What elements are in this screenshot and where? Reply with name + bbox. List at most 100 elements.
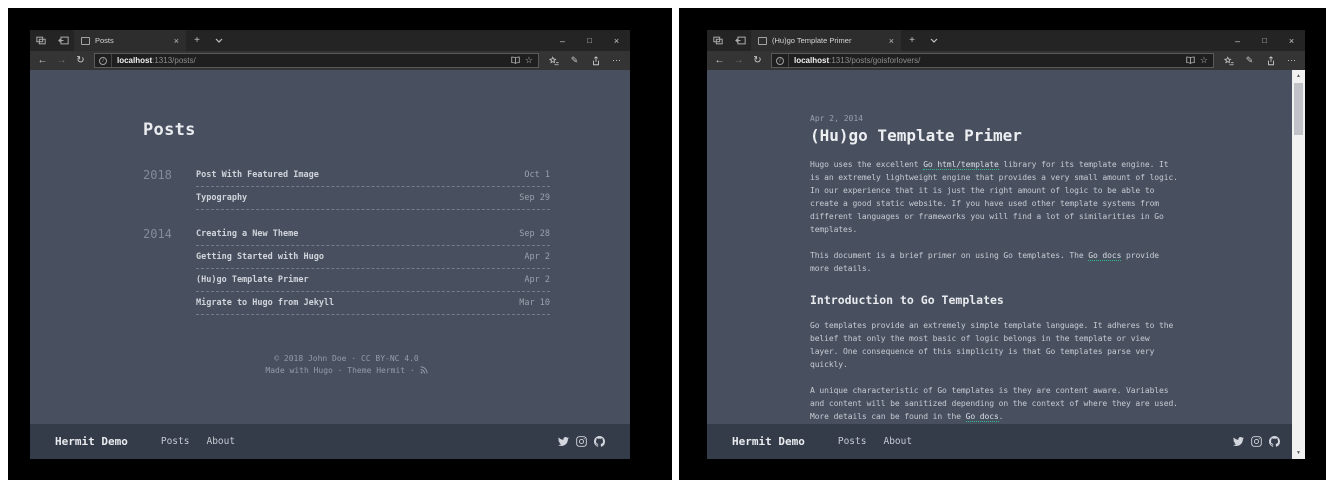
nav-links: Posts About xyxy=(838,436,912,447)
post-items: Creating a New ThemeSep 28Getting Starte… xyxy=(196,223,550,315)
scrollbar[interactable]: ▲ ▼ xyxy=(1292,70,1305,459)
post-title-link[interactable]: Migrate to Hugo from Jekyll xyxy=(196,298,334,308)
rss-icon[interactable] xyxy=(420,366,428,375)
site-brand-link[interactable]: Hermit Demo xyxy=(732,435,805,448)
address-bar-actions: ☆ xyxy=(1186,55,1213,66)
web-note-pen-icon[interactable]: ✎ xyxy=(564,55,585,66)
favorites-hub-icon[interactable] xyxy=(543,56,564,66)
post-items: Post With Featured ImageOct 1TypographyS… xyxy=(196,164,550,210)
favorites-hub-icon[interactable] xyxy=(1218,56,1239,66)
refresh-button[interactable]: ↻ xyxy=(71,55,90,66)
inline-link[interactable]: Go docs xyxy=(966,412,999,422)
post-title-link[interactable]: Typography xyxy=(196,193,247,203)
address-bar-actions: ☆ xyxy=(511,55,538,66)
browser-toolbar: ← → ↻ i localhost :1313/posts/goisforlov… xyxy=(707,51,1305,70)
article-container: Apr 2, 2014 (Hu)go Template Primer Hugo … xyxy=(707,70,1305,424)
more-menu-icon[interactable]: ⋯ xyxy=(1281,55,1302,66)
posts-page: Posts 2018Post With Featured ImageOct 1T… xyxy=(30,70,630,424)
favorite-star-icon[interactable]: ☆ xyxy=(525,55,533,66)
site-info-icon[interactable]: i xyxy=(772,54,789,67)
post-row[interactable]: (Hu)go Template PrimerApr 2 xyxy=(196,269,550,292)
more-menu-icon[interactable]: ⋯ xyxy=(606,55,627,66)
site-brand-link[interactable]: Hermit Demo xyxy=(55,435,128,448)
browser-tab[interactable]: (Hu)go Template Primer × xyxy=(751,30,901,51)
tab-close-icon[interactable]: × xyxy=(887,36,894,46)
refresh-button[interactable]: ↻ xyxy=(748,55,767,66)
web-note-pen-icon[interactable]: ✎ xyxy=(1239,55,1260,66)
new-tab-button[interactable]: + xyxy=(901,30,923,51)
site-navbar: Hermit Demo Posts About xyxy=(30,424,630,459)
share-icon[interactable] xyxy=(585,56,606,66)
post-row[interactable]: Creating a New ThemeSep 28 xyxy=(196,223,550,246)
site-navbar: Hermit Demo Posts About xyxy=(707,424,1305,459)
scroll-up-icon[interactable]: ▲ xyxy=(1292,70,1305,82)
post-row[interactable]: Post With Featured ImageOct 1 xyxy=(196,164,550,187)
inline-link[interactable]: Go html/template xyxy=(923,160,998,170)
forward-button[interactable]: → xyxy=(729,55,748,66)
url-path: :1313/posts/ xyxy=(152,56,196,65)
instagram-icon[interactable] xyxy=(576,436,587,447)
address-bar[interactable]: i localhost :1313/posts/goisforlovers/ ☆ xyxy=(771,53,1214,68)
paragraph: This document is a brief primer on using… xyxy=(810,249,1180,275)
reading-view-icon[interactable] xyxy=(1186,56,1195,66)
post-year: 2018 xyxy=(143,164,196,210)
nav-link-about[interactable]: About xyxy=(883,436,912,447)
inline-link[interactable]: Go docs xyxy=(1088,251,1121,261)
nav-link-about[interactable]: About xyxy=(206,436,235,447)
new-tab-button[interactable]: + xyxy=(186,30,208,51)
tab-bar: (Hu)go Template Primer × + – □ × xyxy=(707,30,1305,51)
scroll-down-icon[interactable]: ▼ xyxy=(1292,447,1305,459)
post-title-link[interactable]: Creating a New Theme xyxy=(196,229,298,239)
github-icon[interactable] xyxy=(1269,436,1280,447)
browser-tab[interactable]: Posts × xyxy=(74,30,186,51)
paragraph: A unique characteristic of Go templates … xyxy=(810,384,1180,423)
tab-list-chevron-icon[interactable] xyxy=(923,30,945,51)
footer-credits: Made with Hugo · Theme Hermit · xyxy=(143,365,550,377)
maximize-button[interactable]: □ xyxy=(1251,30,1278,51)
twitter-icon[interactable] xyxy=(1233,436,1244,447)
posts-list-container: Posts 2018Post With Featured ImageOct 1T… xyxy=(30,70,630,377)
post-list: 2018Post With Featured ImageOct 1Typogra… xyxy=(143,164,550,315)
post-title-link[interactable]: (Hu)go Template Primer xyxy=(196,275,309,285)
tab-close-icon[interactable]: × xyxy=(172,36,179,46)
tab-preview-icon[interactable] xyxy=(30,30,52,51)
forward-button[interactable]: → xyxy=(52,55,71,66)
close-button[interactable]: × xyxy=(1278,30,1305,51)
reading-view-icon[interactable] xyxy=(511,56,520,66)
scrollbar-thumb[interactable] xyxy=(1294,83,1303,135)
post-title-link[interactable]: Getting Started with Hugo xyxy=(196,252,324,262)
minimize-button[interactable]: – xyxy=(549,30,576,51)
nav-link-posts[interactable]: Posts xyxy=(838,436,867,447)
twitter-icon[interactable] xyxy=(558,436,569,447)
tab-preview-icon[interactable] xyxy=(707,30,729,51)
minimize-button[interactable]: – xyxy=(1224,30,1251,51)
maximize-button[interactable]: □ xyxy=(576,30,603,51)
favorite-star-icon[interactable]: ☆ xyxy=(1200,55,1208,66)
address-bar[interactable]: i localhost :1313/posts/ ☆ xyxy=(94,53,539,68)
back-button[interactable]: ← xyxy=(33,55,52,66)
nav-link-posts[interactable]: Posts xyxy=(161,436,190,447)
browser-toolbar: ← → ↻ i localhost :1313/posts/ ☆ xyxy=(30,51,630,70)
social-links xyxy=(1233,436,1280,447)
site-info-icon[interactable]: i xyxy=(95,54,112,67)
set-tabs-aside-icon[interactable] xyxy=(52,30,74,51)
post-row[interactable]: Getting Started with HugoApr 2 xyxy=(196,246,550,269)
text-segment: Go templates provide an extremely simple… xyxy=(810,321,1173,369)
tabbar-spacer xyxy=(230,30,549,51)
footer-copyright: © 2018 John Doe · CC BY-NC 4.0 xyxy=(143,353,550,365)
text-segment: . xyxy=(999,412,1004,421)
post-title-link[interactable]: Post With Featured Image xyxy=(196,170,319,180)
article-title: (Hu)go Template Primer xyxy=(810,126,1180,145)
set-tabs-aside-icon[interactable] xyxy=(729,30,751,51)
close-button[interactable]: × xyxy=(603,30,630,51)
post-row[interactable]: TypographySep 29 xyxy=(196,187,550,210)
tab-list-chevron-icon[interactable] xyxy=(208,30,230,51)
paragraph: Go templates provide an extremely simple… xyxy=(810,319,1180,371)
share-icon[interactable] xyxy=(1260,56,1281,66)
github-icon[interactable] xyxy=(594,436,605,447)
back-button[interactable]: ← xyxy=(710,55,729,66)
article-page: Apr 2, 2014 (Hu)go Template Primer Hugo … xyxy=(707,70,1305,424)
post-row[interactable]: Migrate to Hugo from JekyllMar 10 xyxy=(196,292,550,315)
instagram-icon[interactable] xyxy=(1251,436,1262,447)
article-body: Hugo uses the excellent Go html/template… xyxy=(810,158,1180,424)
